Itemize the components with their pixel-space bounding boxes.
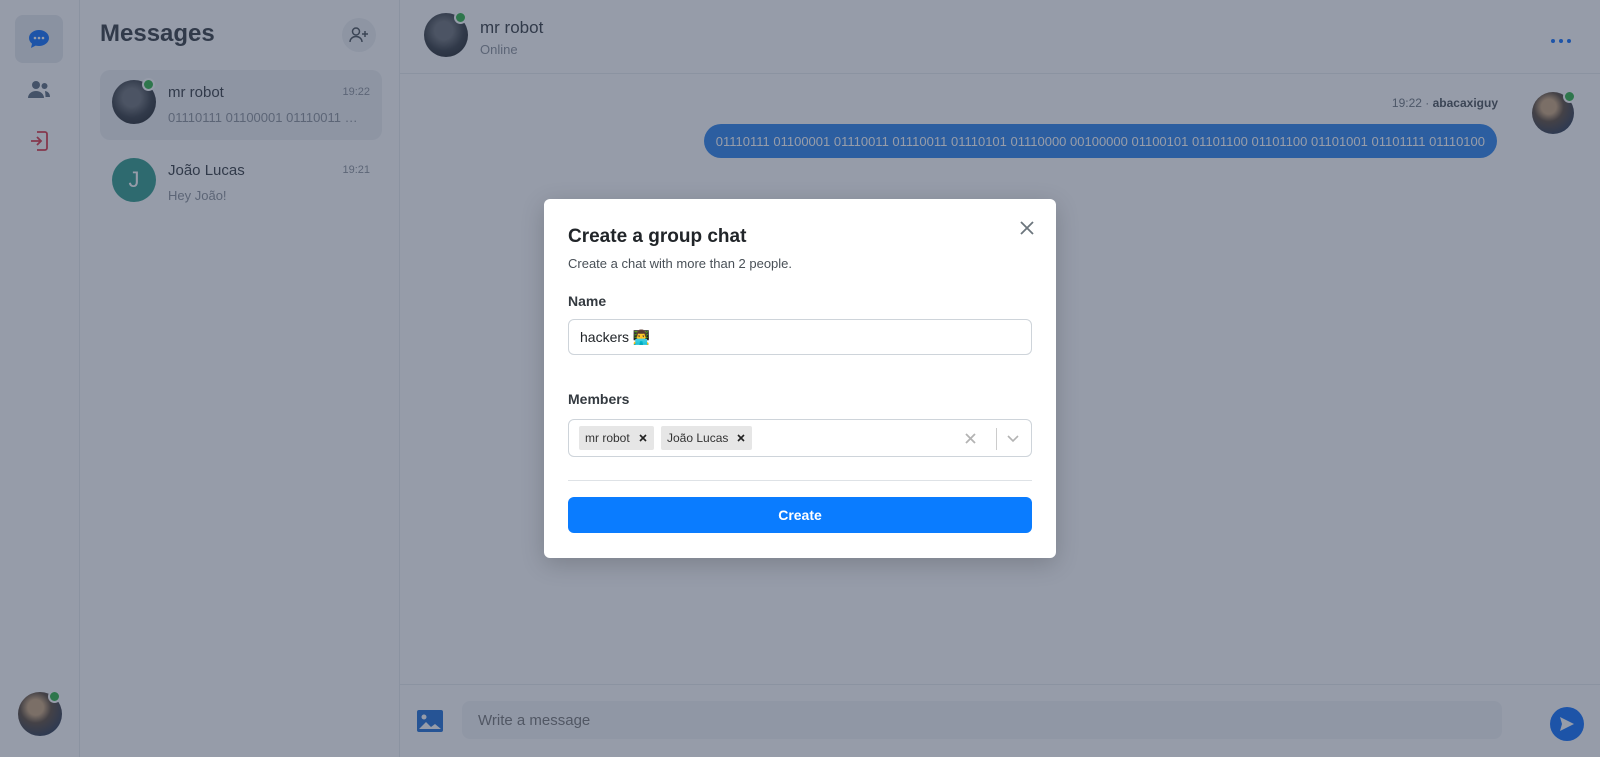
member-chip: mr robot [579,426,654,450]
close-button[interactable] [1016,217,1038,239]
remove-member-button[interactable] [632,426,654,450]
group-name-input[interactable] [568,319,1032,355]
member-chip: João Lucas [661,426,753,450]
member-chip-label: mr robot [585,431,630,445]
remove-member-button[interactable] [730,426,752,450]
member-chip-label: João Lucas [667,431,729,445]
dropdown-toggle[interactable] [1002,429,1024,449]
clear-members-button[interactable] [961,429,979,447]
members-select[interactable]: mr robot João Lucas [568,419,1032,457]
name-label: Name [568,293,607,309]
create-group-dialog: Create a group chat Create a chat with m… [544,199,1056,558]
close-icon [639,434,647,442]
dialog-title: Create a group chat [568,226,747,247]
select-separator [996,428,997,450]
divider [568,480,1032,481]
dialog-subtitle: Create a chat with more than 2 people. [568,256,793,271]
close-icon [737,434,745,442]
chevron-down-icon [1007,435,1019,443]
create-button[interactable]: Create [568,497,1032,533]
members-label: Members [568,391,630,407]
close-icon [964,432,976,444]
close-icon [1020,221,1034,235]
